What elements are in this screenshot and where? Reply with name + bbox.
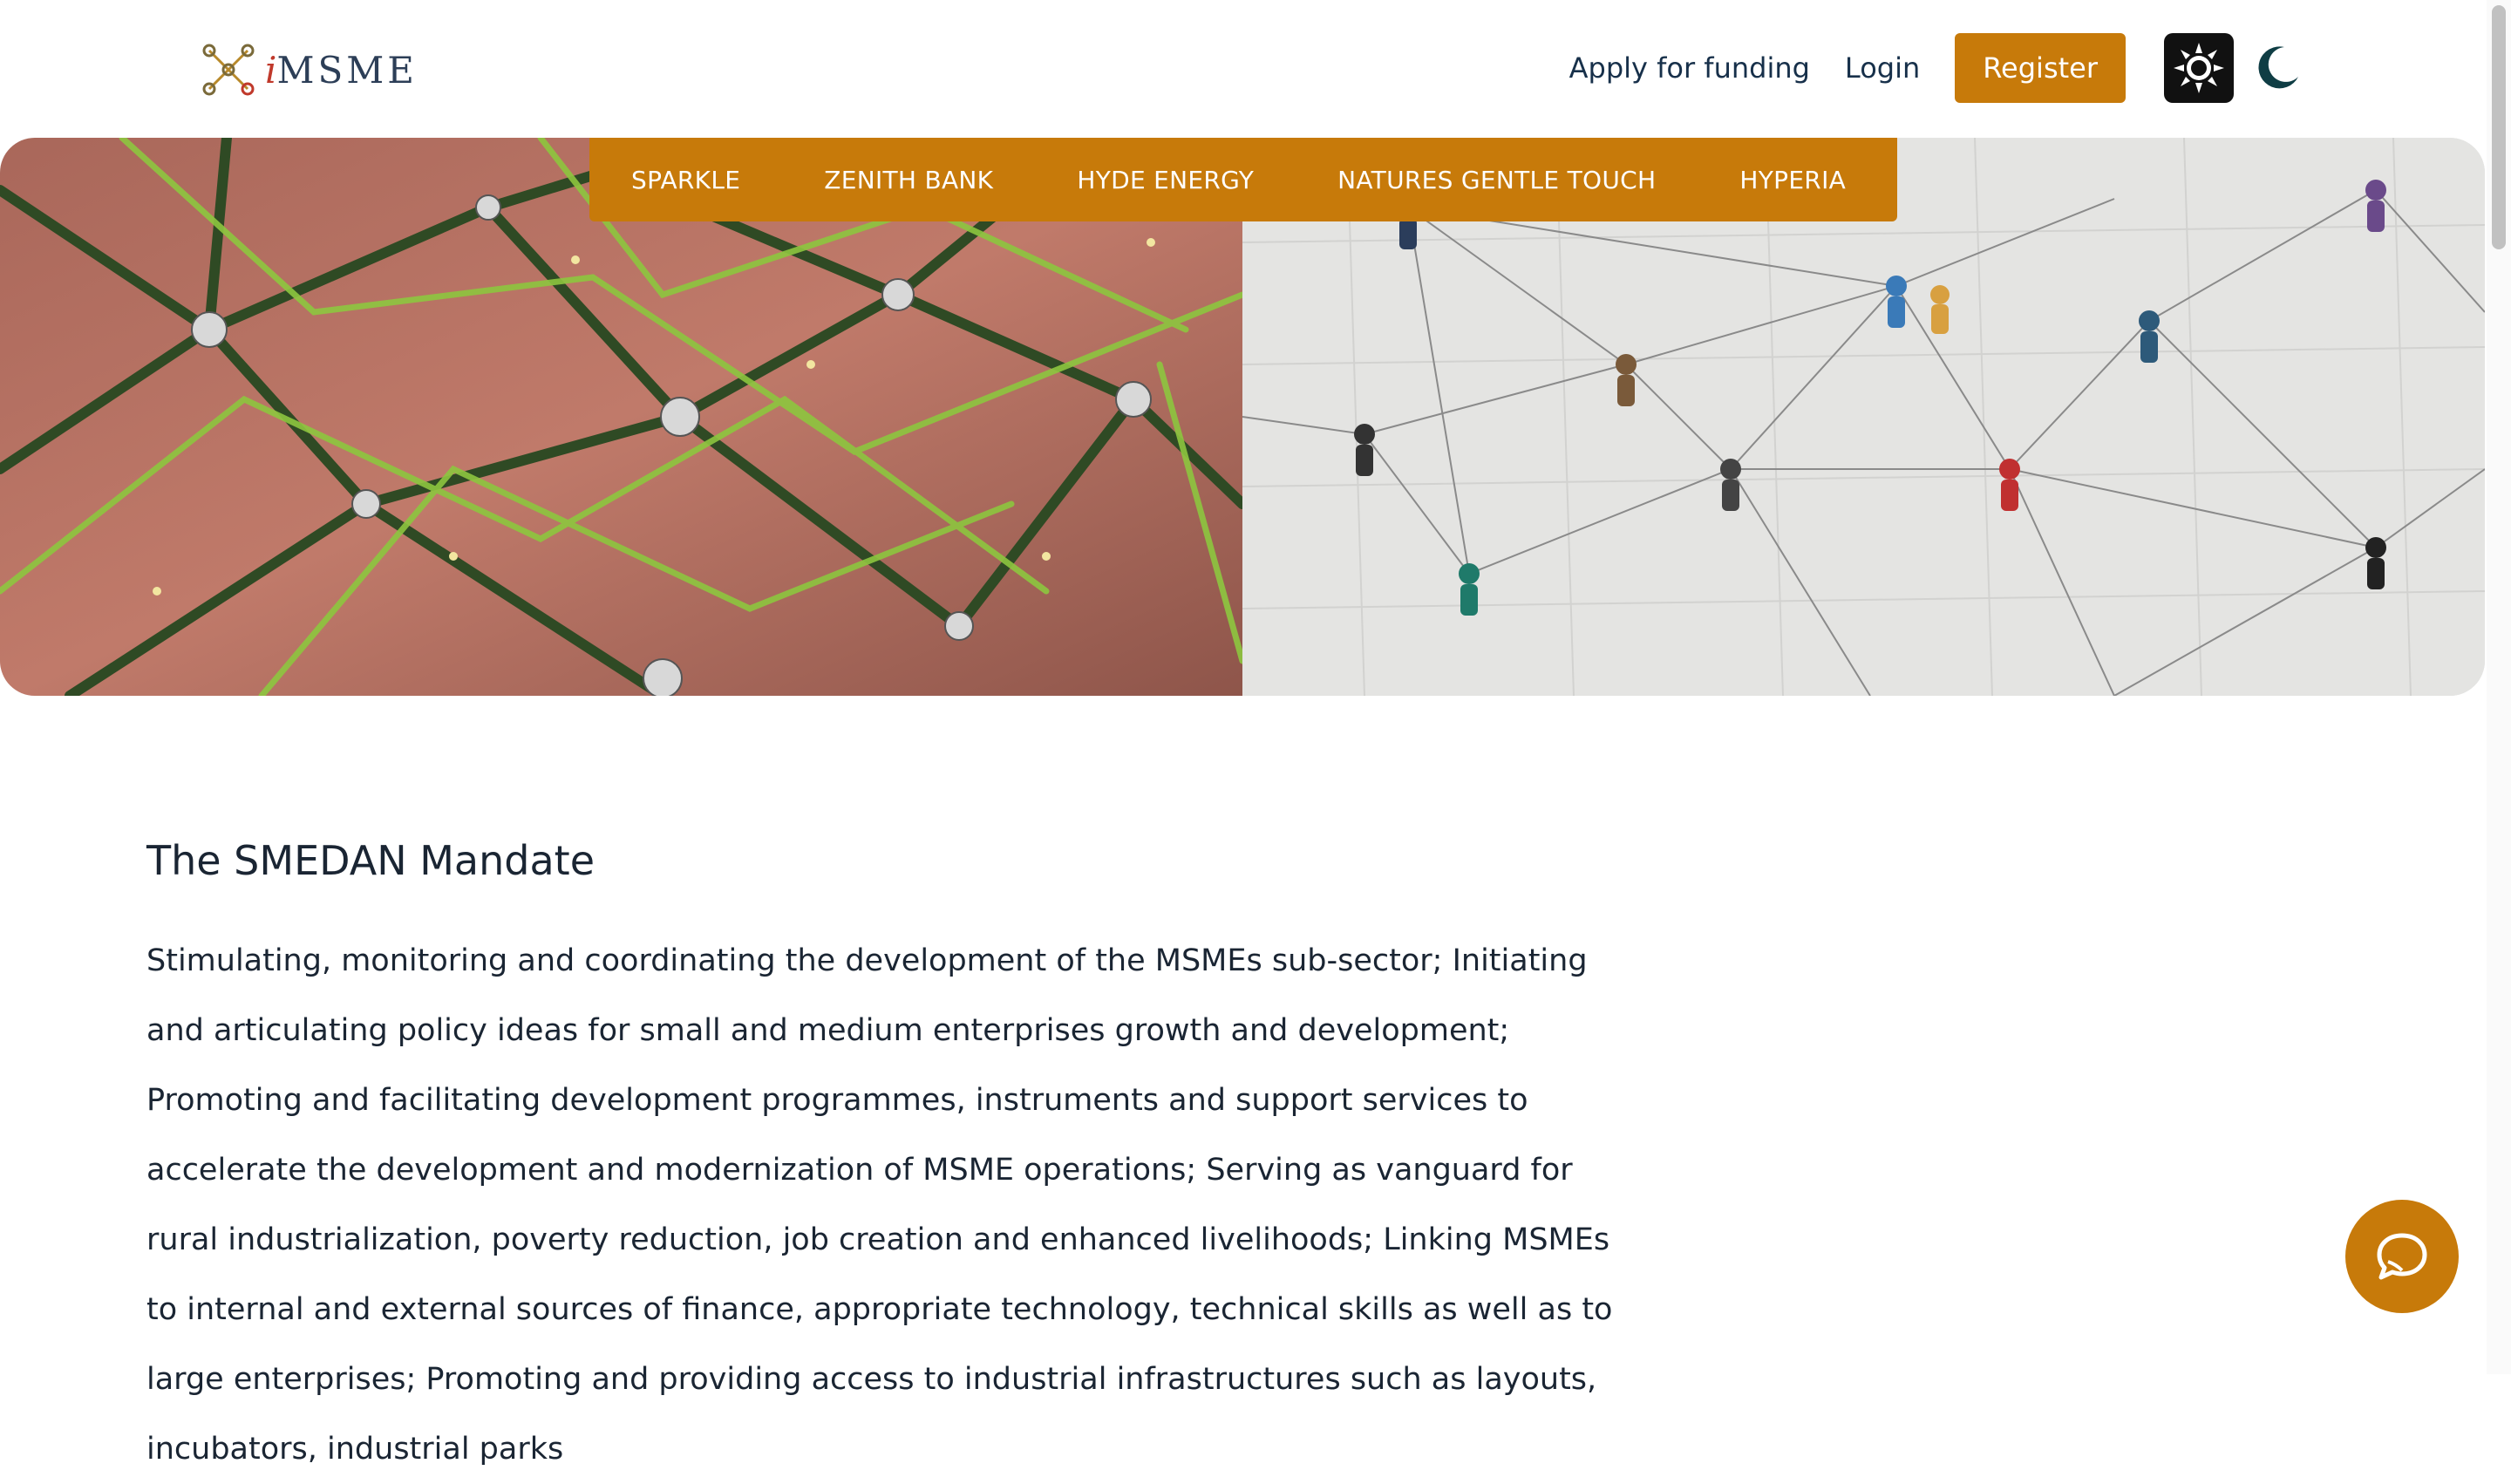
sun-icon [2174,43,2224,93]
partner-item-sparkle[interactable]: SPARKLE [589,166,782,194]
login-link[interactable]: Login [1845,51,1920,85]
logo-text-main: MSME [276,48,418,92]
dark-mode-button[interactable] [2242,33,2312,103]
logo-text-prefix: i [265,48,277,92]
scrollbar-thumb[interactable] [2492,5,2506,249]
logo-text: iMSME [265,49,418,92]
people-network-illustration [1242,138,2485,696]
apply-for-funding-link[interactable]: Apply for funding [1569,51,1810,85]
hero-image-network-rope [0,138,1248,696]
light-mode-button[interactable] [2164,33,2234,103]
mandate-paragraph: Stimulating, monitoring and coordinating… [146,943,1613,1467]
theme-toggle [2164,33,2312,103]
chat-button[interactable] [2345,1200,2459,1313]
site-header: iMSME Apply for funding Login Register [0,0,2511,138]
partner-item-zenith-bank[interactable]: ZENITH BANK [782,166,1035,194]
register-button[interactable]: Register [1955,33,2126,103]
page-scrollbar[interactable] [2487,0,2511,1374]
network-nodes-icon [202,44,255,96]
rope-network-illustration [0,138,1248,696]
header-nav: Apply for funding Login Register [1569,33,2312,103]
partner-item-hyde-energy[interactable]: HYDE ENERGY [1035,166,1296,194]
section-title: The SMEDAN Mandate [146,837,595,884]
chat-bubble-icon [2377,1233,2427,1280]
partner-nav: SPARKLE ZENITH BANK HYDE ENERGY NATURES … [589,138,1897,221]
partner-item-natures-gentle-touch[interactable]: NATURES GENTLE TOUCH [1296,166,1698,194]
hero-image-people-network [1242,138,2485,696]
partner-item-hyperia[interactable]: HYPERIA [1698,166,1888,194]
moon-icon [2258,46,2298,89]
logo[interactable]: iMSME [201,35,418,105]
hero-banner [0,138,2485,696]
